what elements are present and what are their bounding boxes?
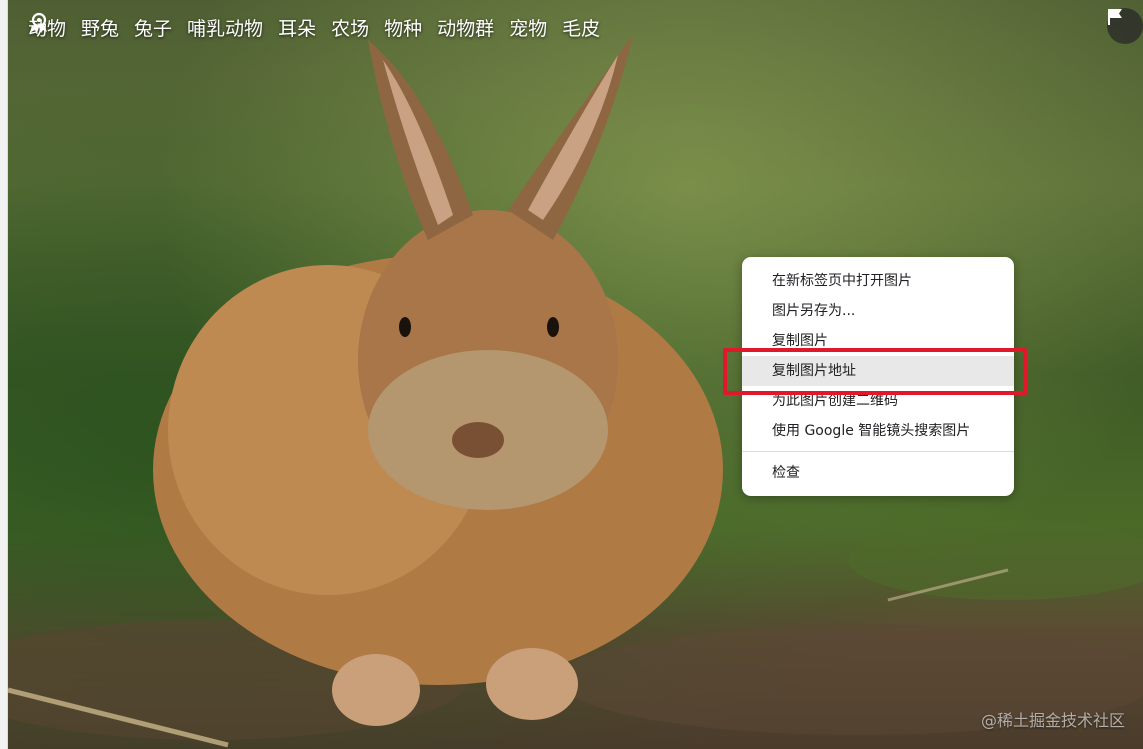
left-edge-strip bbox=[0, 0, 8, 749]
watermark: @稀土掘金技术社区 bbox=[980, 711, 1125, 730]
tag-pet[interactable]: 宠物 bbox=[509, 14, 547, 41]
menu-copy-image[interactable]: 复制图片 bbox=[742, 326, 1014, 356]
flag-icon bbox=[1108, 9, 1122, 25]
menu-copy-image-address[interactable]: 复制图片地址 bbox=[742, 356, 1014, 386]
tag-mammal[interactable]: 哺乳动物 bbox=[187, 14, 263, 41]
menu-open-image-in-new-tab[interactable]: 在新标签页中打开图片 bbox=[742, 266, 1014, 296]
context-menu: 在新标签页中打开图片 图片另存为... 复制图片 复制图片地址 为此图片创建二维… bbox=[742, 257, 1014, 496]
menu-separator bbox=[742, 451, 1014, 452]
tag-hare[interactable]: 野兔 bbox=[81, 14, 119, 41]
report-flag-button[interactable] bbox=[1107, 8, 1143, 44]
browser-viewport: 动物 野兔 兔子 哺乳动物 耳朵 农场 物种 动物群 宠物 毛皮 @稀土掘金技术… bbox=[0, 0, 1143, 749]
menu-create-qr-code[interactable]: 为此图片创建二维码 bbox=[742, 386, 1014, 416]
google-lens-icon[interactable] bbox=[28, 12, 50, 34]
tag-farm[interactable]: 农场 bbox=[331, 14, 369, 41]
menu-inspect[interactable]: 检查 bbox=[742, 458, 1014, 488]
tag-fauna[interactable]: 动物群 bbox=[437, 14, 494, 41]
tag-ears[interactable]: 耳朵 bbox=[278, 14, 316, 41]
menu-save-image-as[interactable]: 图片另存为... bbox=[742, 296, 1014, 326]
related-tags-bar: 动物 野兔 兔子 哺乳动物 耳朵 农场 物种 动物群 宠物 毛皮 bbox=[28, 12, 615, 42]
tag-rabbit[interactable]: 兔子 bbox=[134, 14, 172, 41]
menu-search-with-google-lens[interactable]: 使用 Google 智能镜头搜索图片 bbox=[742, 416, 1014, 446]
tag-fur[interactable]: 毛皮 bbox=[562, 14, 600, 41]
tag-species[interactable]: 物种 bbox=[384, 14, 422, 41]
